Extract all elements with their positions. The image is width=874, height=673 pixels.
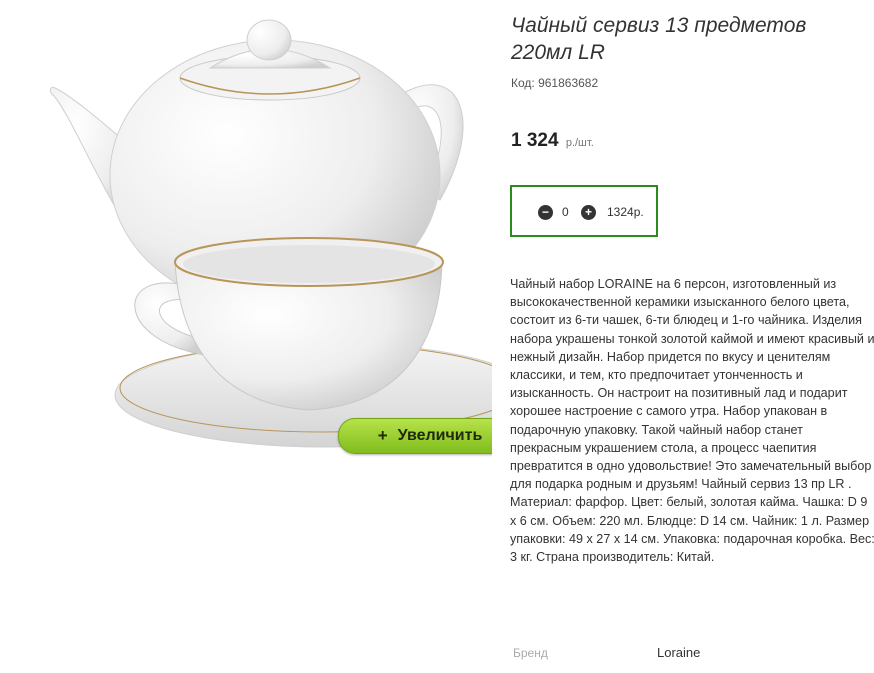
product-code: Код: 961863682 [511, 76, 599, 90]
product-description: Чайный набор LORAINE на 6 персон, изгото… [510, 277, 874, 565]
teaset-illustration [49, 19, 492, 448]
zoom-button[interactable]: + Увеличить [338, 418, 492, 454]
product-image[interactable]: + Увеличить [40, 0, 492, 463]
plus-icon: + [377, 426, 388, 445]
brand-label: Бренд [513, 646, 548, 660]
quantity-total: 1324р. [607, 205, 644, 219]
minus-icon[interactable]: − [538, 205, 553, 220]
quantity-value[interactable]: 0 [562, 205, 569, 219]
plus-icon[interactable]: + [581, 205, 596, 220]
price-unit: р./шт. [565, 137, 594, 149]
zoom-button-label: Увеличить [397, 427, 483, 444]
product-price: 1 324 р./шт. [511, 130, 594, 152]
price-value: 1 324 [511, 130, 559, 151]
product-title: Чайный сервиз 13 предметов 220мл LR [511, 14, 807, 64]
quantity-selector: − 0 + 1324р. [510, 185, 658, 237]
brand-value: Loraine [657, 645, 701, 660]
